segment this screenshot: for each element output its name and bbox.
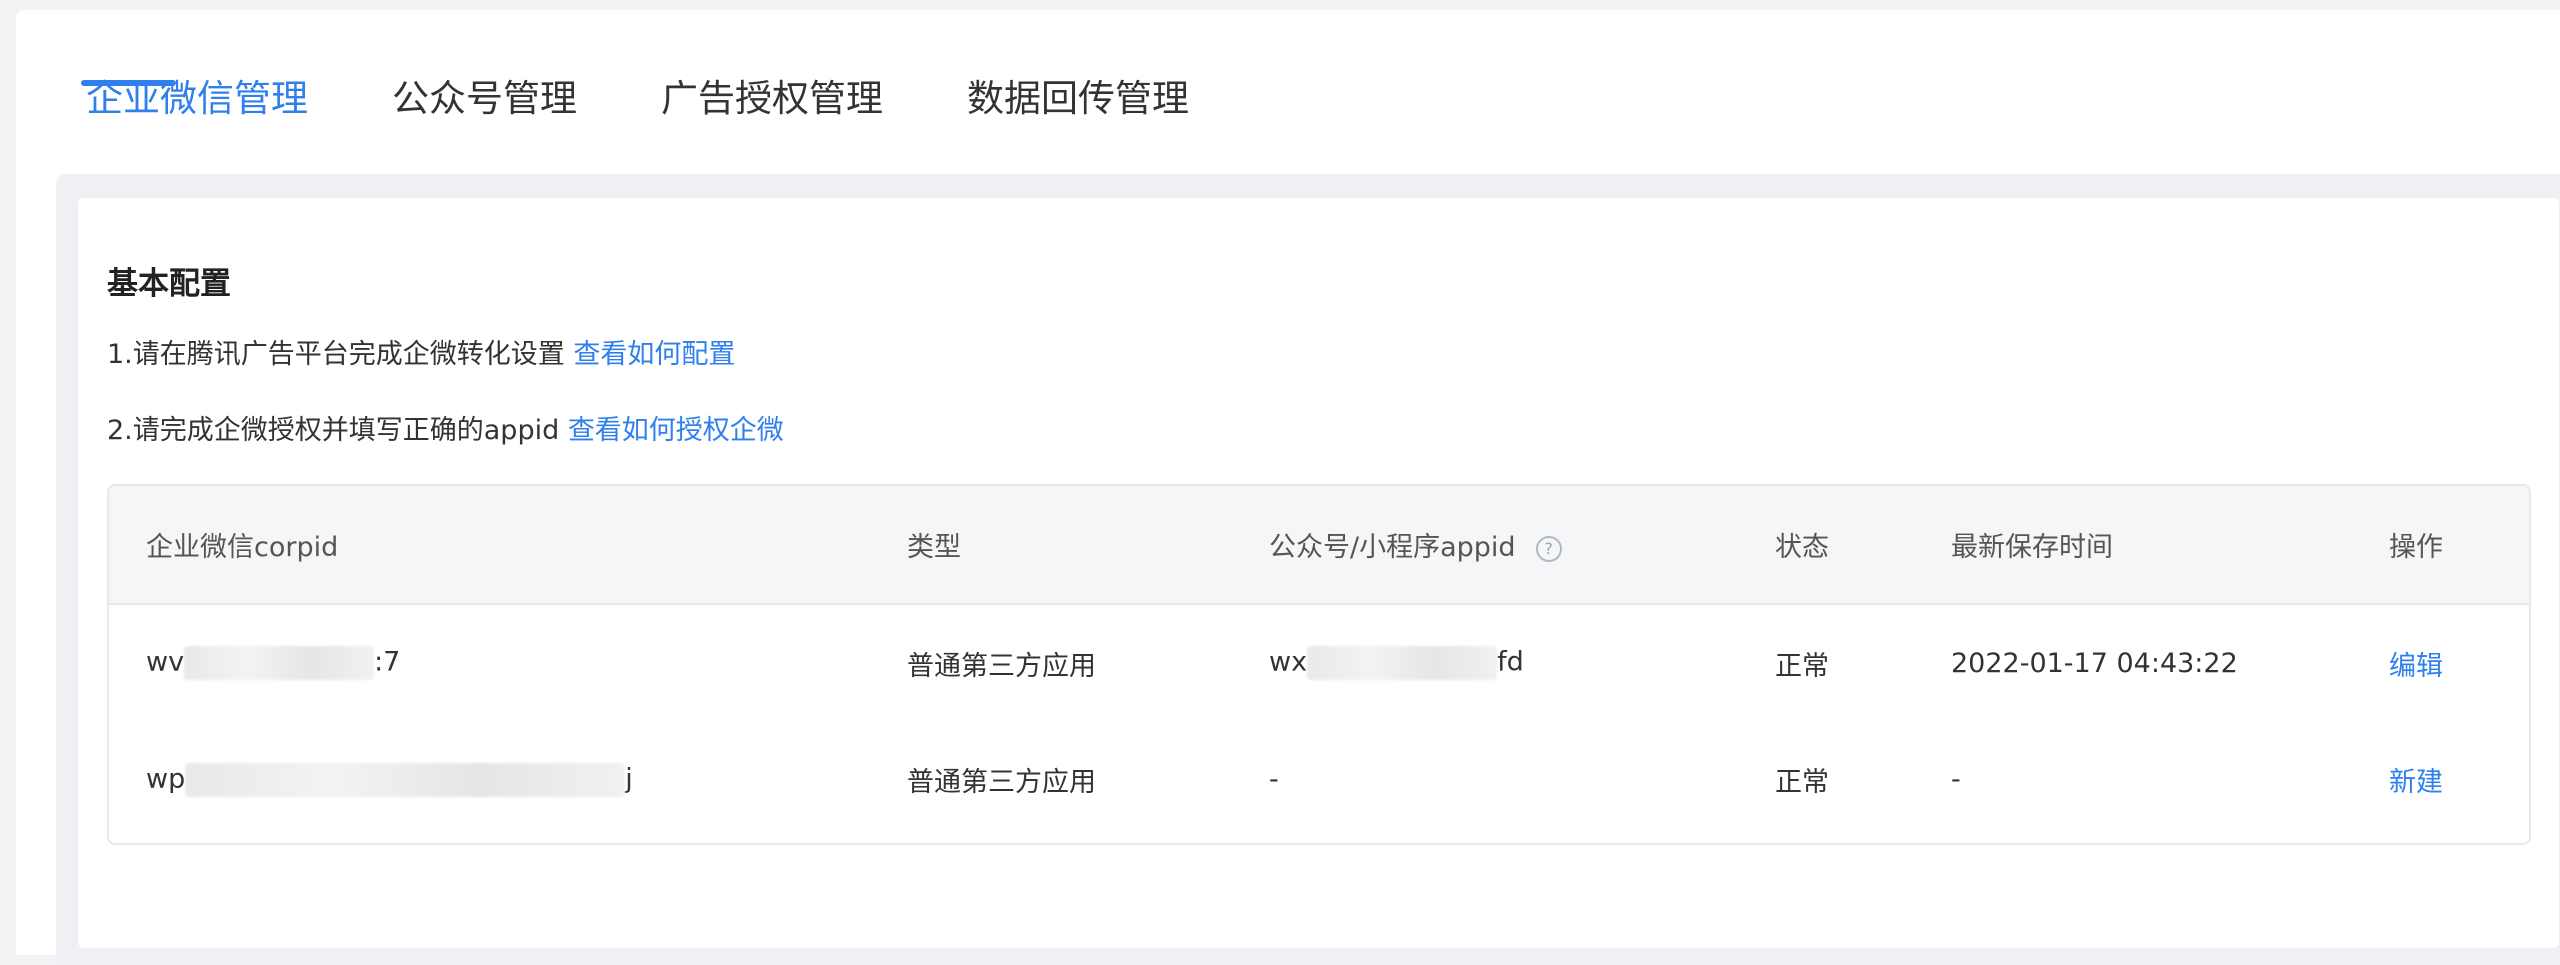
cell-corpid: wv :7 [109, 604, 907, 721]
cell-type: 普通第三方应用 [907, 650, 1096, 682]
cell-appid: - [1269, 721, 1775, 838]
table-row: wv :7 普通第三方应用 wx fd 正常 2022-01-17 04:43:22… [109, 604, 2529, 721]
tab-official-account-management[interactable]: 公众号管理 [392, 72, 577, 126]
cell-appid: wx fd [1269, 604, 1775, 721]
redacted-mask [184, 646, 375, 680]
edit-button[interactable]: 编辑 [2389, 651, 2443, 682]
table-row: wp j 普通第三方应用 - 正常 - 新建 [109, 721, 2529, 838]
cell-saved-time: 2022-01-17 04:43:22 [1951, 647, 2238, 679]
cell-corpid: wp j [109, 721, 907, 838]
tab-bar: 企业微信管理 公众号管理 广告授权管理 数据回传管理 [86, 72, 1273, 150]
appid-prefix: wx [1269, 646, 1308, 678]
corpid-prefix: wp [146, 763, 186, 794]
cell-type: 普通第三方应用 [907, 767, 1096, 798]
table-header-row: 企业微信corpid 类型 公众号/小程序appid? 状态 最新保存时间 操作 [109, 486, 2529, 604]
column-header-appid-label: 公众号/小程序appid [1269, 532, 1516, 563]
cell-action: 新建 [2389, 721, 2529, 838]
basic-config-card: 基本配置 1.请在腾讯广告平台完成企微转化设置 查看如何配置 2.请完成企微授权… [78, 198, 2559, 948]
column-header-type: 类型 [907, 532, 961, 563]
cell-action: 编辑 [2389, 604, 2529, 721]
tab-data-feedback-management[interactable]: 数据回传管理 [967, 72, 1189, 126]
instruction-2-text: 2.请完成企微授权并填写正确的appid [107, 415, 568, 446]
column-header-corpid: 企业微信corpid [146, 532, 339, 563]
section-title: 基本配置 [107, 266, 231, 302]
appid-value: - [1269, 764, 1279, 795]
instruction-2: 2.请完成企微授权并填写正确的appid 查看如何授权企微 [107, 408, 784, 447]
corpid-suffix: :7 [374, 646, 401, 678]
cell-status: 正常 [1775, 650, 1829, 682]
column-header-status: 状态 [1775, 532, 1829, 563]
main-panel: 企业微信管理 公众号管理 广告授权管理 数据回传管理 基本配置 1.请在腾讯广告… [16, 10, 2560, 965]
help-icon[interactable]: ? [1535, 535, 1562, 562]
column-header-saved-time: 最新保存时间 [1951, 532, 2113, 563]
instruction-1-text: 1.请在腾讯广告平台完成企微转化设置 [107, 339, 574, 370]
content-area: 基本配置 1.请在腾讯广告平台完成企微转化设置 查看如何配置 2.请完成企微授权… [56, 174, 2560, 965]
create-button[interactable]: 新建 [2389, 767, 2443, 798]
column-header-appid: 公众号/小程序appid? [1269, 486, 1775, 604]
redacted-mask [185, 762, 626, 797]
cell-saved-time: - [1951, 764, 1961, 795]
redacted-mask [1307, 646, 1498, 680]
corpid-prefix: wv [146, 646, 185, 678]
tab-ad-authorization-management[interactable]: 广告授权管理 [661, 72, 883, 126]
cell-status: 正常 [1775, 767, 1829, 798]
how-to-authorize-link[interactable]: 查看如何授权企微 [568, 415, 784, 446]
column-header-action: 操作 [2389, 532, 2443, 563]
corpid-suffix: j [625, 763, 633, 794]
how-to-configure-link[interactable]: 查看如何配置 [573, 339, 735, 370]
appid-suffix: fd [1497, 646, 1524, 678]
active-tab-indicator [81, 80, 176, 86]
instruction-1: 1.请在腾讯广告平台完成企微转化设置 查看如何配置 [107, 332, 735, 371]
config-table: 企业微信corpid 类型 公众号/小程序appid? 状态 最新保存时间 操作 [107, 484, 2531, 845]
